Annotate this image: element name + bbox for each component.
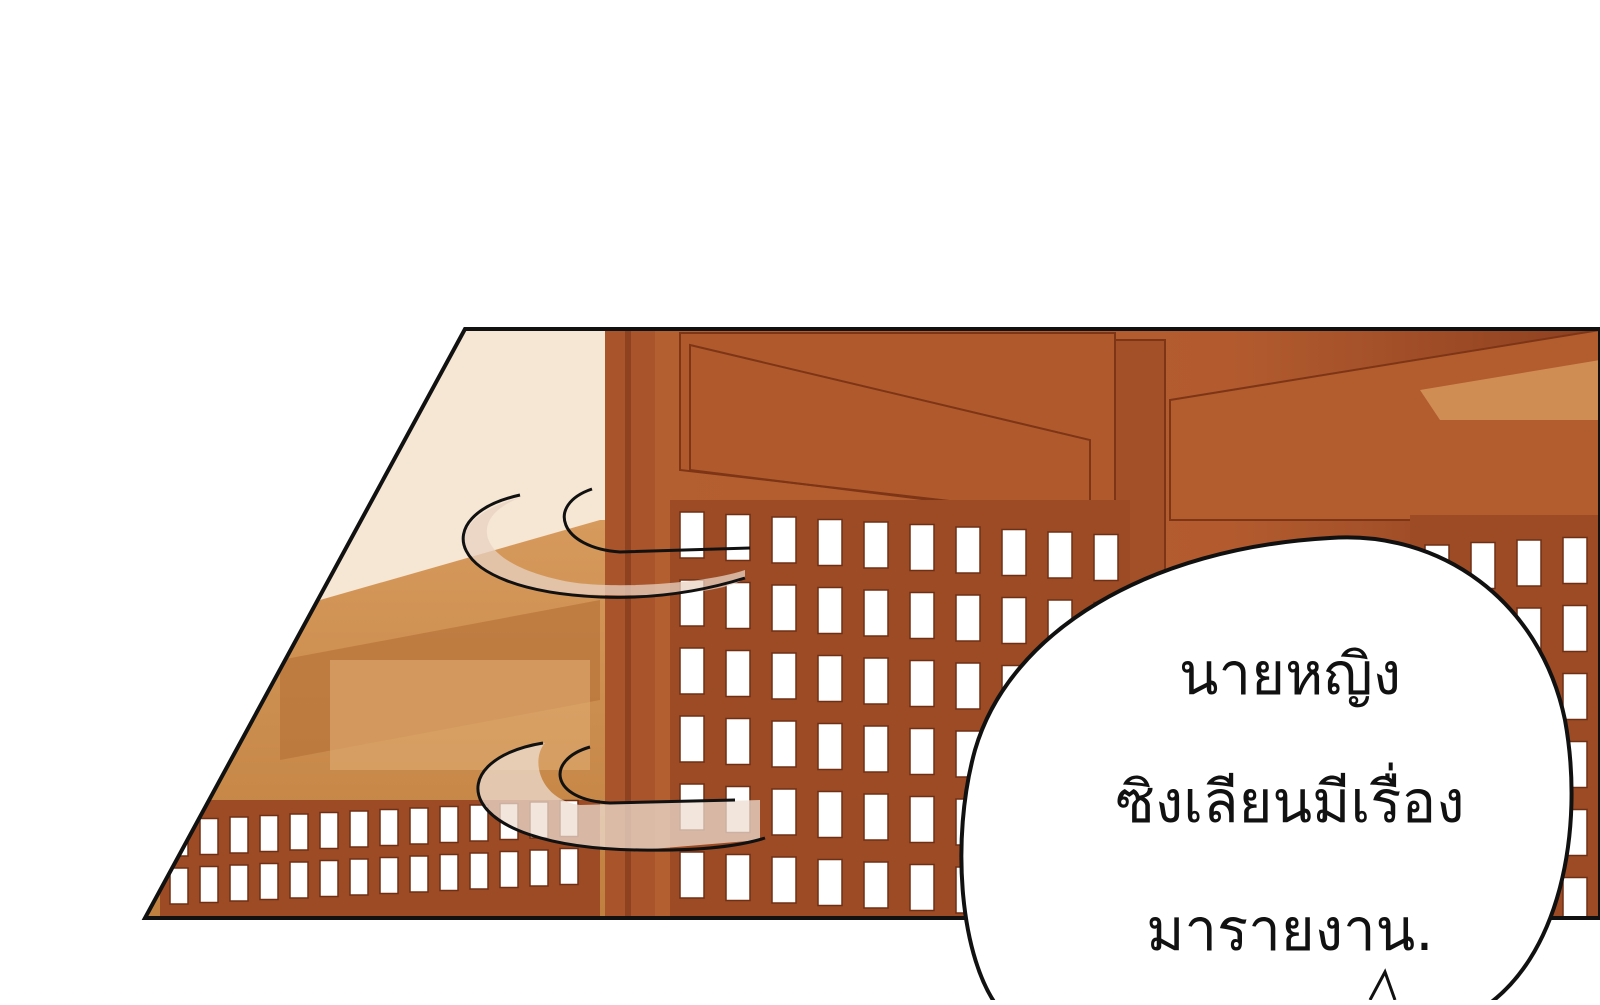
lattice-pane <box>725 853 751 902</box>
lattice-pane <box>726 923 750 969</box>
lattice-pane <box>909 523 935 572</box>
lattice-pane <box>863 861 889 909</box>
comic-page: นายหญิง ซิงเลียนมีเรื่อง มารายงาน. <box>0 0 1600 1005</box>
lattice-pane <box>725 649 751 698</box>
lattice-pane <box>349 858 369 896</box>
lattice-pane <box>817 654 843 703</box>
lattice-pane <box>319 859 339 898</box>
lattice-pane <box>909 863 935 912</box>
lattice-pane <box>259 862 279 901</box>
lattice-pane <box>679 851 705 899</box>
lattice-pane <box>909 659 935 708</box>
lattice-pane <box>725 717 751 766</box>
lattice-pane <box>680 920 704 966</box>
lattice-pane <box>725 581 751 630</box>
speech-bubble-text: นายหญิง ซิงเลียนมีเรื่อง มารายงาน. <box>1020 610 1560 994</box>
lattice-pane <box>379 856 399 895</box>
lattice-pane <box>499 850 519 889</box>
lattice-pane <box>909 591 935 640</box>
lattice-pane <box>817 790 843 839</box>
lattice-pane <box>379 808 399 847</box>
lattice-pane <box>559 847 579 886</box>
lattice-pane <box>910 933 934 979</box>
lattice-pane <box>169 867 189 905</box>
lattice-pane <box>771 584 797 632</box>
lattice-pane <box>1562 604 1588 653</box>
lattice-pane <box>229 816 249 854</box>
lattice-pane <box>863 521 889 569</box>
lattice-pane <box>955 526 981 574</box>
bubble-line-3: มารายงาน. <box>1146 896 1434 964</box>
lattice-pane <box>529 849 549 887</box>
lattice-pane <box>409 855 429 893</box>
lattice-pane <box>409 807 429 845</box>
lattice-pane <box>679 715 705 763</box>
lattice-pane <box>259 814 279 853</box>
lattice-pane <box>771 788 797 836</box>
lattice-pane <box>1562 672 1588 721</box>
lattice-pane <box>289 861 309 899</box>
lattice-pane <box>439 853 459 892</box>
lattice-pane <box>909 795 935 844</box>
lattice-pane <box>469 852 489 890</box>
bubble-line-1: นายหญิง <box>1178 640 1402 708</box>
lattice-pane <box>469 804 489 842</box>
lattice-pane <box>817 518 843 567</box>
lattice-pane <box>169 819 189 857</box>
lattice-pane <box>771 652 797 700</box>
lattice-pane <box>817 858 843 907</box>
lattice-pane <box>955 662 981 710</box>
lattice-pane <box>199 817 219 856</box>
lattice-pane <box>1047 531 1073 579</box>
lattice-pane <box>1001 528 1027 577</box>
lattice-pane <box>1562 536 1588 585</box>
lattice-pane <box>863 657 889 705</box>
lattice-pane <box>439 805 459 844</box>
lattice-pane <box>817 586 843 635</box>
lattice-pane <box>863 793 889 841</box>
bubble-line-2: ซิงเลียนมีเรื่อง <box>1115 768 1465 836</box>
lattice-pane <box>1516 539 1542 587</box>
lattice-pane <box>229 864 249 902</box>
lattice-pane <box>817 722 843 771</box>
lattice-pane <box>1093 533 1119 582</box>
lattice-pane <box>349 810 369 848</box>
lattice-pane <box>955 594 981 642</box>
lattice-pane <box>864 930 888 976</box>
lattice-pane <box>863 725 889 773</box>
lattice-pane <box>771 516 797 564</box>
lattice-pane <box>199 865 219 904</box>
lattice-pane <box>319 811 339 850</box>
lattice-pane <box>725 513 751 562</box>
lattice-pane <box>771 720 797 768</box>
lattice-pane <box>289 813 309 851</box>
lattice-pane <box>909 727 935 776</box>
lattice-pane <box>818 928 842 974</box>
lattice-pane <box>771 856 797 904</box>
lattice-pane <box>679 647 705 695</box>
lattice-pane <box>863 589 889 637</box>
lattice-pane <box>772 925 796 971</box>
